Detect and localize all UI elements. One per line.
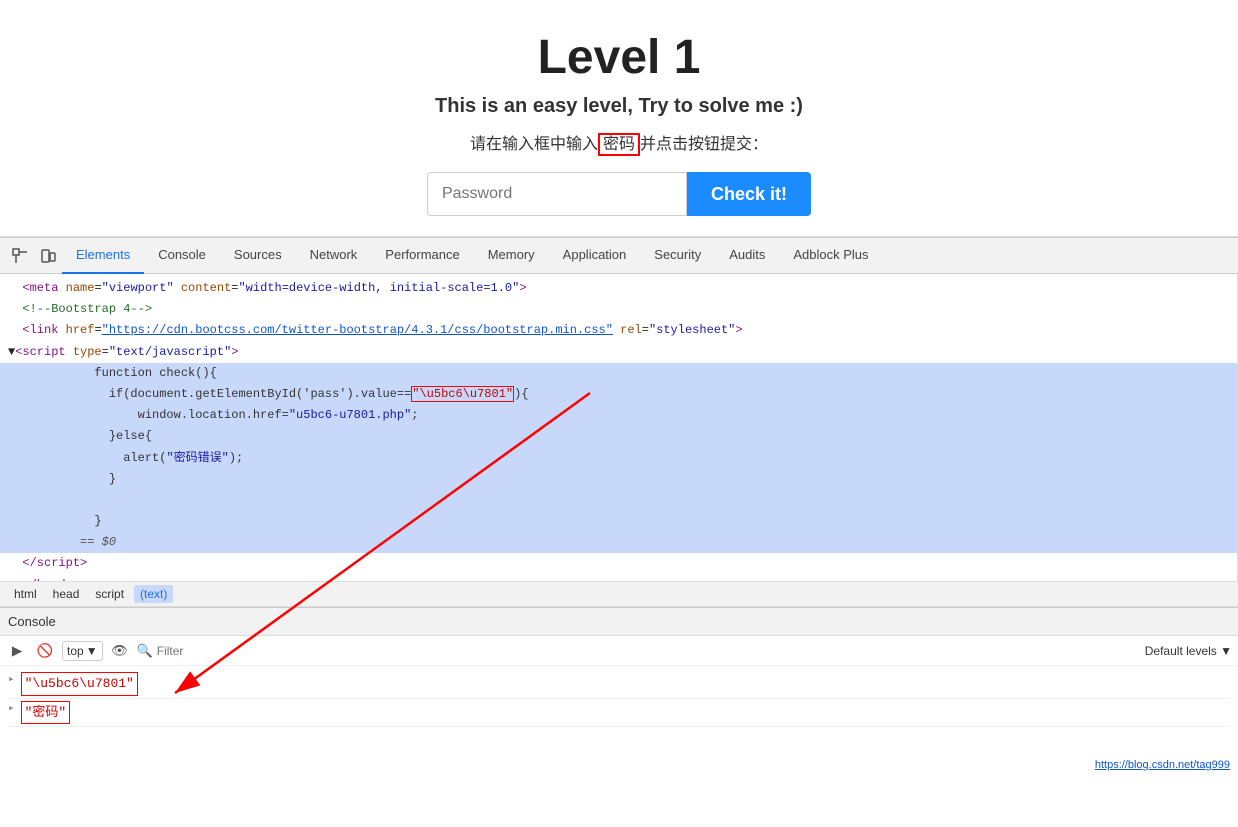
code-line-alert[interactable]: alert("密码错误"); <box>0 448 1237 469</box>
console-levels[interactable]: Default levels ▼ <box>1145 644 1232 658</box>
breadcrumb-html[interactable]: html <box>8 585 43 603</box>
code-line[interactable]: <meta name="viewport" content="width=dev… <box>0 278 1237 299</box>
console-filter: 🔍 <box>137 643 1139 659</box>
console-line-2: ▸ "密码" <box>8 699 1230 728</box>
page-title: Level 1 <box>0 30 1238 85</box>
password-row: Check it! <box>0 172 1238 216</box>
breadcrumb-head[interactable]: head <box>47 585 86 603</box>
console-arrow-2: ▸ <box>8 701 15 718</box>
code-line-close-script[interactable]: </script> <box>0 553 1237 574</box>
breadcrumb-script[interactable]: script <box>89 585 130 603</box>
code-line[interactable]: <!--Bootstrap 4--> <box>0 299 1237 320</box>
tab-sources[interactable]: Sources <box>220 238 296 274</box>
code-line-function[interactable]: function check(){ <box>0 363 1237 384</box>
device-mode-icon[interactable] <box>34 242 62 270</box>
instruction-highlight: 密码 <box>598 133 640 156</box>
code-line[interactable]: ▼<script type="text/javascript"> <box>0 342 1237 363</box>
console-filter-input[interactable] <box>157 644 1139 658</box>
breadcrumb-text[interactable]: (text) <box>134 585 173 603</box>
console-top-label: top <box>67 644 84 658</box>
tab-audits[interactable]: Audits <box>715 238 779 274</box>
devtools-main: <meta name="viewport" content="width=dev… <box>0 274 1238 581</box>
code-line-close-else[interactable]: } <box>0 469 1237 490</box>
console-arrow-1: ▸ <box>8 672 15 689</box>
code-line-close-fn[interactable]: } <box>0 511 1237 532</box>
console-levels-label: Default levels ▼ <box>1145 644 1232 658</box>
page-top-section: Level 1 This is an easy level, Try to so… <box>0 0 1238 237</box>
tab-memory[interactable]: Memory <box>474 238 549 274</box>
inspect-element-icon[interactable] <box>6 242 34 270</box>
tab-network[interactable]: Network <box>296 238 372 274</box>
page-subtitle: This is an easy level, Try to solve me :… <box>0 95 1238 118</box>
console-eye-icon[interactable]: 👁 <box>109 640 131 662</box>
console-toolbar: ▶ 🚫 top ▼ 👁 🔍 Default levels ▼ <box>0 636 1238 666</box>
code-line[interactable]: <link href="https://cdn.bootcss.com/twit… <box>0 320 1237 341</box>
console-line-1: ▸ "\u5bc6\u7801" <box>8 670 1230 699</box>
console-output: ▸ "\u5bc6\u7801" ▸ "密码" <box>0 666 1238 777</box>
console-block-icon[interactable]: 🚫 <box>34 640 56 662</box>
devtools-breadcrumb: html head script (text) <box>0 581 1238 607</box>
devtools-toolbar: Elements Console Sources Network Perform… <box>0 238 1238 274</box>
instruction-after: 并点击按钮提交： <box>640 136 768 153</box>
instruction-before: 请在输入框中输入 <box>470 136 598 153</box>
console-top-down-icon: ▼ <box>86 644 98 658</box>
console-value-1: "\u5bc6\u7801" <box>21 672 138 696</box>
check-button[interactable]: Check it! <box>687 172 811 216</box>
code-line-location[interactable]: window.location.href="u5bc6-u7801.php"; <box>0 405 1237 426</box>
console-section: Console ▶ 🚫 top ▼ 👁 🔍 Default levels ▼ ▸… <box>0 607 1238 777</box>
devtools-panel: Elements Console Sources Network Perform… <box>0 237 1238 777</box>
password-input[interactable] <box>427 172 687 216</box>
console-top-select[interactable]: top ▼ <box>62 641 103 661</box>
filter-icon: 🔍 <box>137 643 153 659</box>
tab-adblock[interactable]: Adblock Plus <box>779 238 882 274</box>
tab-security[interactable]: Security <box>640 238 715 274</box>
tab-console[interactable]: Console <box>144 238 220 274</box>
code-line-dollar[interactable]: == $0 <box>0 532 1237 553</box>
elements-panel: <meta name="viewport" content="width=dev… <box>0 274 1238 581</box>
page-instruction: 请在输入框中输入密码并点击按钮提交： <box>0 130 1238 154</box>
console-header-label: Console <box>8 614 56 629</box>
tab-performance[interactable]: Performance <box>371 238 473 274</box>
code-line-empty[interactable] <box>0 490 1237 511</box>
tab-application[interactable]: Application <box>549 238 641 274</box>
console-execute-icon[interactable]: ▶ <box>6 640 28 662</box>
watermark: https://blog.csdn.net/tag999 <box>1095 759 1230 771</box>
code-line-else[interactable]: }else{ <box>0 426 1237 447</box>
code-line-if[interactable]: if(document.getElementById('pass').value… <box>0 384 1237 405</box>
console-value-2: "密码" <box>21 701 71 725</box>
console-header: Console <box>0 608 1238 636</box>
tab-elements[interactable]: Elements <box>62 238 144 274</box>
